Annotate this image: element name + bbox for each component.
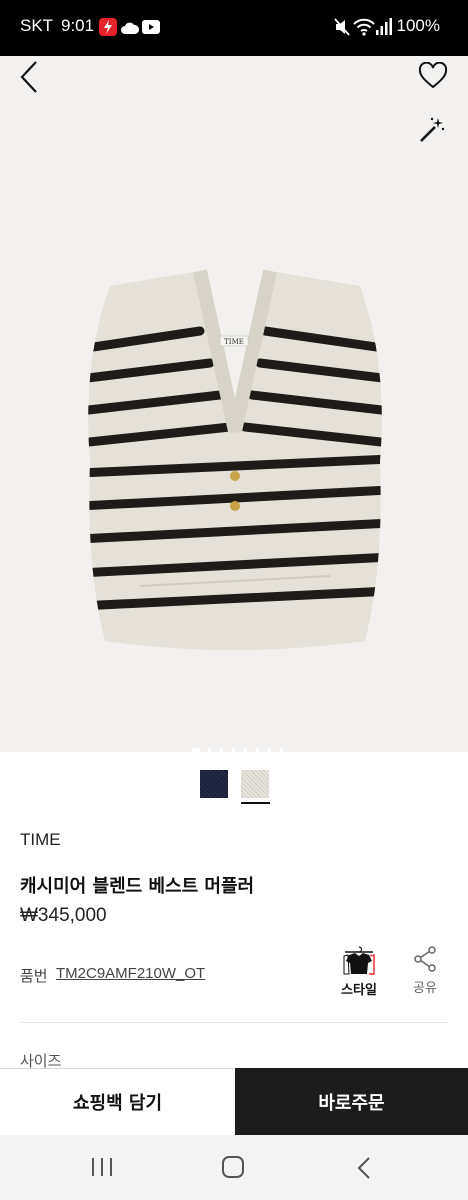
page-dot bbox=[256, 748, 259, 762]
buy-now-button[interactable]: 바로주문 bbox=[235, 1068, 468, 1135]
signal-icon bbox=[376, 17, 392, 39]
hanger-tshirt-icon bbox=[343, 946, 375, 975]
mute-icon bbox=[334, 17, 350, 41]
selected-swatch-indicator bbox=[241, 802, 270, 804]
system-nav-bar bbox=[0, 1135, 468, 1200]
product-image: TIME bbox=[80, 261, 390, 656]
page-dot bbox=[268, 748, 271, 762]
share-label: 공유 bbox=[413, 981, 437, 996]
status-bar: SKT 9:01 100% bbox=[0, 0, 468, 56]
page-dot-active bbox=[192, 748, 200, 762]
product-price: ₩345,000 bbox=[20, 905, 107, 926]
cloud-icon bbox=[121, 20, 140, 39]
recent-apps-icon[interactable] bbox=[90, 1157, 114, 1177]
page-dot bbox=[244, 748, 247, 762]
share-icon bbox=[414, 946, 436, 972]
product-image-gallery[interactable]: TIME bbox=[0, 56, 468, 762]
product-title: 캐시미어 블렌드 베스트 머플러 bbox=[20, 876, 255, 897]
back-icon bbox=[20, 61, 37, 93]
page-dot bbox=[280, 748, 283, 762]
flash-app-icon bbox=[99, 18, 117, 40]
style-label: 스타일 bbox=[341, 983, 377, 998]
svg-text:TIME: TIME bbox=[224, 338, 244, 346]
style-button[interactable]: 스타일 bbox=[336, 946, 382, 1002]
color-swatch-beige[interactable] bbox=[241, 770, 269, 798]
sku-label: 품번 bbox=[20, 967, 48, 985]
battery-level: 100% bbox=[396, 16, 440, 35]
page-dot bbox=[232, 748, 235, 762]
sku-value[interactable]: TM2C9AMF210W_OT bbox=[56, 965, 205, 982]
home-icon[interactable] bbox=[222, 1156, 244, 1178]
back-nav-icon[interactable] bbox=[356, 1156, 372, 1180]
magic-wand-icon bbox=[420, 117, 445, 142]
bottom-action-bar: 쇼핑백 담기 바로주문 bbox=[0, 1068, 468, 1135]
page-dot bbox=[208, 748, 211, 762]
heart-icon bbox=[418, 61, 448, 89]
divider bbox=[20, 1022, 448, 1023]
add-to-cart-button[interactable]: 쇼핑백 담기 bbox=[0, 1068, 235, 1135]
brand-name[interactable]: TIME bbox=[20, 830, 61, 850]
color-swatch-navy[interactable] bbox=[200, 770, 228, 798]
back-button[interactable] bbox=[14, 58, 48, 96]
magic-wand-button[interactable] bbox=[418, 116, 446, 144]
page-dot bbox=[220, 748, 223, 762]
clock: 9:01 bbox=[61, 16, 95, 35]
wishlist-button[interactable] bbox=[418, 61, 448, 90]
carrier-label: SKT bbox=[20, 16, 54, 35]
wifi-icon bbox=[353, 17, 375, 41]
youtube-icon bbox=[142, 19, 160, 38]
share-button[interactable]: 공유 bbox=[404, 946, 446, 1002]
